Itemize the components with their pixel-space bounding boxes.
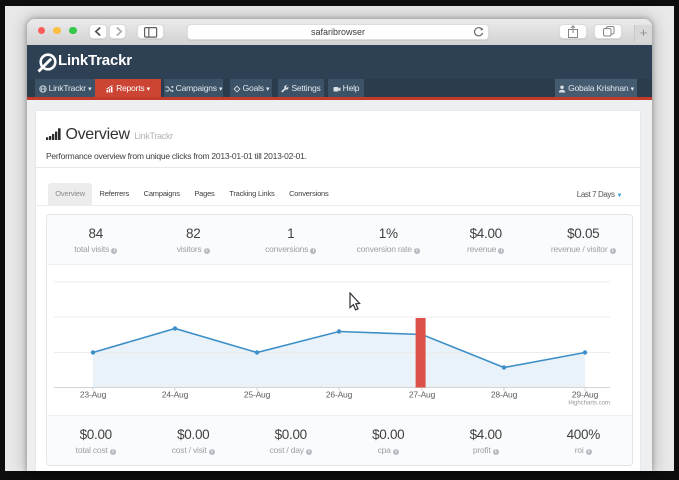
svg-text:27-Aug: 27-Aug bbox=[409, 390, 436, 400]
svg-text:23-Aug: 23-Aug bbox=[80, 390, 107, 400]
svg-text:26-Aug: 26-Aug bbox=[326, 390, 353, 400]
svg-text:28-Aug: 28-Aug bbox=[491, 390, 518, 400]
svg-text:24-Aug: 24-Aug bbox=[162, 390, 189, 400]
svg-text:25-Aug: 25-Aug bbox=[244, 390, 271, 400]
svg-text:29-Aug: 29-Aug bbox=[572, 390, 599, 400]
svg-text:Highcharts.com: Highcharts.com bbox=[568, 401, 610, 407]
